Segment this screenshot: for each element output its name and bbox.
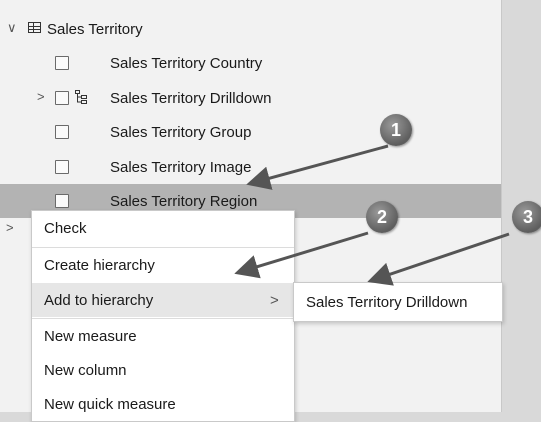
hierarchy-icon — [75, 90, 87, 104]
field-label: Sales Territory Drilldown — [110, 89, 272, 107]
field-row-drilldown[interactable]: > Sales Territory Drilldown — [0, 81, 501, 115]
field-row-image[interactable]: Sales Territory Image — [0, 150, 501, 184]
field-label: Sales Territory Group — [110, 123, 252, 141]
chevron-right-icon[interactable]: > — [6, 220, 14, 235]
chevron-right-icon[interactable]: > — [37, 89, 45, 104]
table-header-sales-territory[interactable]: ∨ Sales Territory — [0, 12, 501, 46]
callout-badge-1: 1 — [380, 114, 412, 146]
menu-item-new-measure[interactable]: New measure — [32, 319, 294, 353]
menu-item-label: Add to hierarchy — [44, 291, 154, 309]
context-menu: Check Create hierarchy Add to hierarchy … — [31, 210, 295, 422]
field-checkbox[interactable] — [55, 91, 69, 105]
menu-item-label: Create hierarchy — [44, 256, 155, 274]
menu-item-new-column[interactable]: New column — [32, 353, 294, 387]
submenu-hierarchies: Sales Territory Drilldown — [293, 282, 503, 322]
callout-badge-3: 3 — [512, 201, 541, 233]
table-icon — [28, 22, 41, 33]
field-label: Sales Territory Country — [110, 54, 263, 72]
menu-item-label: Check — [44, 219, 87, 237]
table-name: Sales Territory — [47, 20, 143, 38]
menu-item-label: New measure — [44, 327, 137, 345]
menu-item-check[interactable]: Check — [32, 211, 294, 245]
callout-badge-2: 2 — [366, 201, 398, 233]
field-checkbox[interactable] — [55, 194, 69, 208]
field-label: Sales Territory Region — [110, 192, 258, 210]
field-row-group[interactable]: Sales Territory Group — [0, 115, 501, 149]
menu-item-add-to-hierarchy[interactable]: Add to hierarchy > — [32, 283, 294, 317]
menu-item-label: New quick measure — [44, 395, 176, 413]
menu-item-label: New column — [44, 361, 127, 379]
chevron-down-icon[interactable]: ∨ — [7, 20, 17, 36]
menu-item-create-hierarchy[interactable]: Create hierarchy — [32, 248, 294, 282]
field-checkbox[interactable] — [55, 160, 69, 174]
chevron-right-icon: > — [270, 291, 279, 309]
field-row-country[interactable]: Sales Territory Country — [0, 46, 501, 80]
submenu-item-sales-territory-drilldown[interactable]: Sales Territory Drilldown — [306, 294, 467, 311]
field-checkbox[interactable] — [55, 56, 69, 70]
field-checkbox[interactable] — [55, 125, 69, 139]
field-label: Sales Territory Image — [110, 158, 252, 176]
menu-item-new-quick-measure[interactable]: New quick measure — [32, 387, 294, 421]
